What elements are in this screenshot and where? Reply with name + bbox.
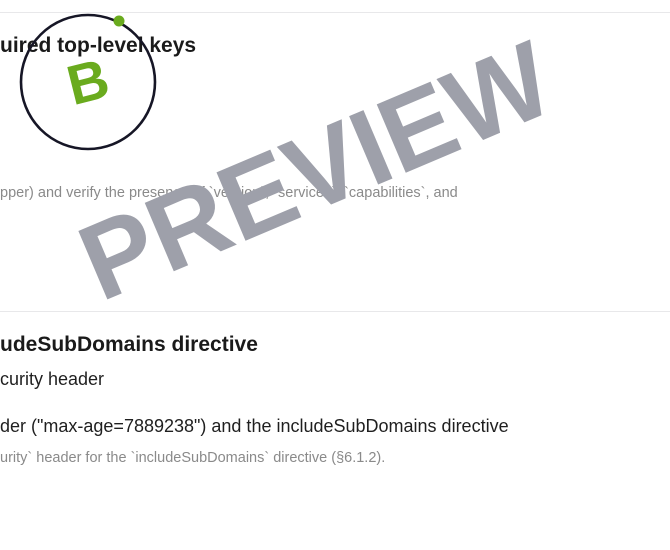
section-heading: udeSubDomains directive	[0, 333, 258, 356]
logo-letter: B	[61, 46, 115, 117]
document-page: uired top-level keys B pper) and verify …	[0, 0, 670, 550]
section-divider	[0, 311, 670, 312]
section-subtitle: curity header	[0, 369, 105, 389]
test-description: urity` header for the `includeSubDomains…	[0, 450, 386, 466]
brand-logo: B	[19, 13, 157, 151]
logo-dot	[113, 15, 125, 27]
test-result-text: der ("max-age=7889238") and the includeS…	[0, 416, 509, 436]
verification-note: pper) and verify the presence of `versio…	[0, 185, 458, 201]
